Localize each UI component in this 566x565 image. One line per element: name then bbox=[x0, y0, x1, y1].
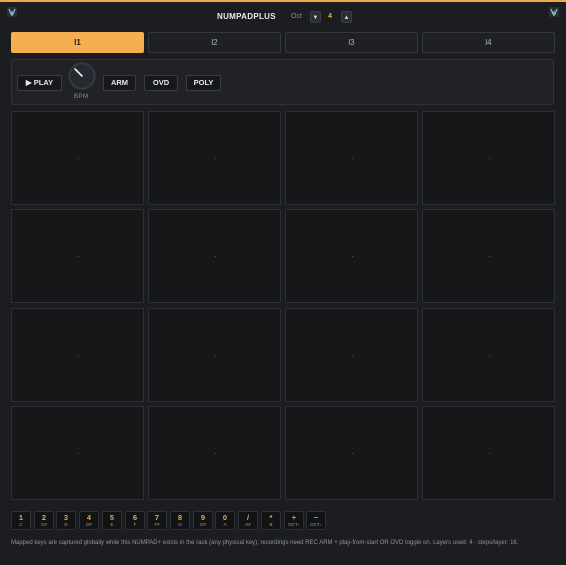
key-minus[interactable]: − OCT↓ bbox=[306, 511, 326, 530]
pad-marker bbox=[351, 355, 353, 356]
pad-7[interactable] bbox=[285, 209, 418, 303]
pad-marker bbox=[77, 355, 79, 356]
key-note: OCT↑ bbox=[288, 522, 300, 527]
bpm-label: BPM bbox=[74, 94, 89, 100]
key-note: D bbox=[64, 522, 68, 527]
pad-marker bbox=[488, 256, 490, 257]
key-label: 9 bbox=[200, 513, 206, 522]
pad-marker bbox=[351, 453, 353, 454]
key-note: OCT↓ bbox=[310, 522, 322, 527]
key-note: C# bbox=[41, 522, 47, 527]
pad-1[interactable] bbox=[11, 111, 144, 205]
key-note: D# bbox=[86, 522, 92, 527]
pad-marker bbox=[77, 158, 79, 159]
top-accent-line bbox=[0, 0, 566, 2]
key-label: 2 bbox=[41, 513, 47, 522]
pad-10[interactable] bbox=[148, 308, 281, 402]
key-map: 1C 2 C# 3D 4 D# 5E 6F 7 F# 8G 9 G# 0A / A# * B… bbox=[11, 511, 331, 531]
key-label: / bbox=[246, 513, 250, 522]
pad-marker bbox=[77, 453, 79, 454]
octave-up-button[interactable]: ▲ bbox=[341, 11, 352, 23]
pad-marker bbox=[488, 158, 490, 159]
pad-15[interactable] bbox=[285, 406, 418, 500]
key-plus[interactable]: + OCT↑ bbox=[284, 511, 304, 530]
key-9[interactable]: 9 G# bbox=[193, 511, 213, 530]
key-3[interactable]: 3D bbox=[56, 511, 76, 530]
key-note: A# bbox=[245, 522, 251, 527]
pad-marker bbox=[214, 355, 216, 356]
key-label: 0 bbox=[222, 513, 228, 522]
pad-marker bbox=[351, 158, 353, 159]
pad-marker bbox=[214, 256, 216, 257]
pad-16[interactable] bbox=[422, 406, 555, 500]
module-title: NUMPADPLUS bbox=[217, 12, 276, 21]
help-text: Mapped keys are captured globally while … bbox=[11, 540, 519, 546]
key-7[interactable]: 7 F# bbox=[147, 511, 167, 530]
key-note: F# bbox=[154, 522, 160, 527]
tab-layer-3[interactable]: l3 bbox=[285, 32, 418, 53]
pad-marker bbox=[214, 453, 216, 454]
key-divide[interactable]: / A# bbox=[238, 511, 258, 530]
pad-grid bbox=[11, 111, 555, 502]
tab-layer-2[interactable]: l2 bbox=[148, 32, 281, 53]
key-label: * bbox=[269, 513, 273, 522]
pad-marker bbox=[488, 453, 490, 454]
key-note: G# bbox=[199, 522, 206, 527]
pad-4[interactable] bbox=[422, 111, 555, 205]
key-label: 5 bbox=[109, 513, 115, 522]
key-8[interactable]: 8G bbox=[170, 511, 190, 530]
pad-2[interactable] bbox=[148, 111, 281, 205]
pad-6[interactable] bbox=[148, 209, 281, 303]
pad-5[interactable] bbox=[11, 209, 144, 303]
key-4[interactable]: 4 D# bbox=[79, 511, 99, 530]
pad-8[interactable] bbox=[422, 209, 555, 303]
pad-9[interactable] bbox=[11, 308, 144, 402]
key-label: + bbox=[291, 513, 297, 522]
key-note: E bbox=[110, 522, 114, 527]
key-note: A bbox=[223, 522, 227, 527]
tab-layer-1[interactable]: l1 bbox=[11, 32, 144, 53]
key-multiply[interactable]: * B bbox=[261, 511, 281, 530]
key-2[interactable]: 2 C# bbox=[34, 511, 54, 530]
key-label: − bbox=[313, 513, 319, 522]
transport-controls: ▶ PLAY BPM ARM OVD POLY bbox=[11, 59, 554, 105]
key-note: G bbox=[178, 522, 182, 527]
overdub-button[interactable]: OVD bbox=[144, 75, 178, 91]
tab-layer-4[interactable]: l4 bbox=[422, 32, 555, 53]
key-5[interactable]: 5E bbox=[102, 511, 122, 530]
layer-tabs: l1 l2 l3 l4 bbox=[11, 32, 555, 54]
octave-down-button[interactable]: ▼ bbox=[310, 11, 321, 23]
pad-marker bbox=[214, 158, 216, 159]
key-label: 1 bbox=[18, 513, 24, 522]
poly-button[interactable]: POLY bbox=[186, 75, 221, 91]
pad-marker bbox=[351, 256, 353, 257]
bpm-knob[interactable] bbox=[68, 62, 96, 90]
key-note: C bbox=[19, 522, 23, 527]
octave-label: Oct bbox=[291, 13, 302, 20]
pad-14[interactable] bbox=[148, 406, 281, 500]
key-label: 6 bbox=[132, 513, 138, 522]
octave-value: 4 bbox=[328, 13, 332, 20]
pad-marker bbox=[488, 355, 490, 356]
key-6[interactable]: 6F bbox=[125, 511, 145, 530]
module-header: NUMPADPLUS Oct ▼ 4 ▲ bbox=[0, 11, 566, 25]
pad-12[interactable] bbox=[422, 308, 555, 402]
key-label: 8 bbox=[177, 513, 183, 522]
key-1[interactable]: 1C bbox=[11, 511, 31, 530]
key-label: 3 bbox=[63, 513, 69, 522]
pad-3[interactable] bbox=[285, 111, 418, 205]
pad-13[interactable] bbox=[11, 406, 144, 500]
key-note: B bbox=[269, 522, 273, 527]
key-label: 7 bbox=[154, 513, 160, 522]
pad-11[interactable] bbox=[285, 308, 418, 402]
pad-marker bbox=[77, 256, 79, 257]
key-0[interactable]: 0A bbox=[215, 511, 235, 530]
arm-button[interactable]: ARM bbox=[103, 75, 136, 91]
play-button[interactable]: ▶ PLAY bbox=[17, 75, 62, 91]
key-label: 4 bbox=[86, 513, 92, 522]
key-note: F bbox=[133, 522, 137, 527]
